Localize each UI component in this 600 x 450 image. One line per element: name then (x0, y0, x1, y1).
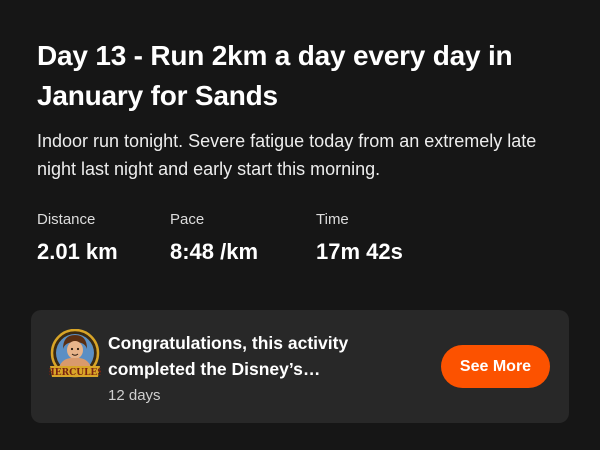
hercules-challenge-badge-icon: HERCULES (49, 329, 101, 378)
stat-distance-label: Distance (37, 211, 96, 228)
stat-distance: Distance 2.01 km (37, 210, 170, 266)
activity-stats: Distance 2.01 km Pace 8:48 /km Time 17m … (37, 210, 436, 266)
stat-distance-value: 2.01 km (37, 239, 118, 264)
challenge-time-ago: 12 days (108, 387, 161, 404)
challenge-completion-card[interactable]: HERCULES Congratulations, this activity … (31, 310, 569, 423)
see-more-button[interactable]: See More (441, 345, 550, 388)
stat-time-label: Time (316, 211, 349, 228)
stat-time: Time 17m 42s (316, 210, 436, 266)
stat-pace-label: Pace (170, 211, 205, 228)
stat-pace: Pace 8:48 /km (170, 210, 316, 266)
svg-text:HERCULES: HERCULES (49, 368, 101, 378)
activity-title: Day 13 - Run 2km a day every day in Janu… (37, 40, 513, 111)
activity-description: Indoor run tonight. Severe fatigue today… (37, 131, 537, 179)
challenge-message: Congratulations, this activity completed… (108, 333, 349, 379)
stat-time-value: 17m 42s (316, 239, 403, 264)
challenge-card-text: Congratulations, this activity completed… (108, 330, 358, 406)
stat-pace-value: 8:48 /km (170, 239, 259, 264)
